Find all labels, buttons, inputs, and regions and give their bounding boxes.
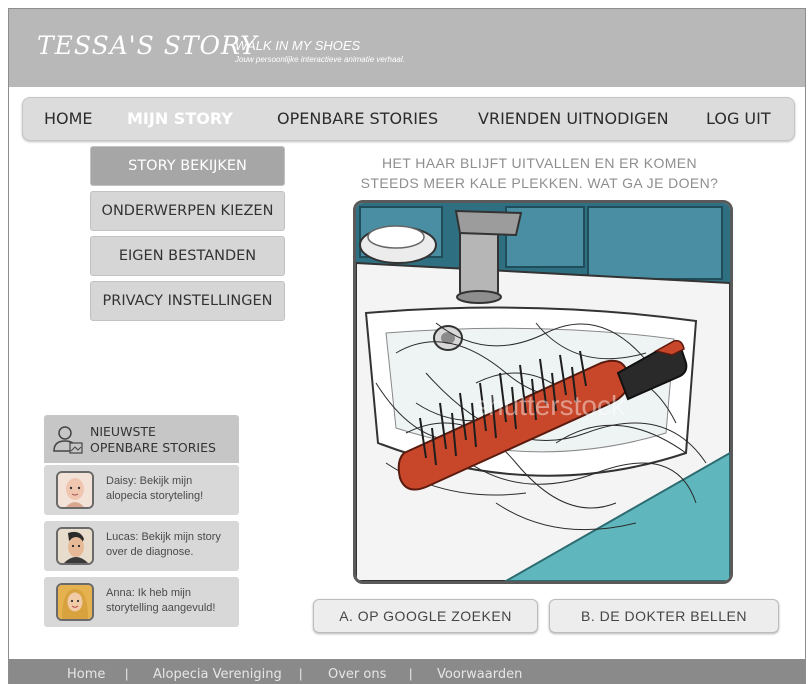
avatar-anna [56,583,94,621]
site-subtitle: Jouw persoonlijke interactieve animatie … [235,55,405,64]
nav-home[interactable]: HOME [44,109,93,128]
scene-question: HET HAAR BLIJFT UITVALLEN EN ER KOMEN ST… [342,153,737,193]
recent-stories-title: NIEUWSTE OPENBARE STORIES [90,424,216,456]
story-text-daisy: Daisy: Bekijk mijn alopecia storyteling! [106,474,236,504]
story-line: Lucas: Bekijk mijn story [106,531,221,543]
nav-openbare-stories[interactable]: OPENBARE STORIES [277,109,438,128]
story-line: Daisy: Bekijk mijn [106,475,193,487]
story-text-lucas: Lucas: Bekijk mijn story over de diagnos… [106,530,236,560]
app-frame: TESSA'S STORY WALK IN MY SHOES Jouw pers… [8,8,806,684]
story-item-daisy[interactable]: Daisy: Bekijk mijn alopecia storyteling! [44,465,239,515]
footer-link-voorwaarden[interactable]: Voorwaarden [437,667,522,682]
story-line: Anna: Ik heb mijn [106,587,191,599]
hairbrush-sink-illustration: shutterstock [356,203,730,581]
story-item-anna[interactable]: Anna: Ik heb mijn storytelling aangevuld… [44,577,239,627]
site-tagline: WALK IN MY SHOES [235,38,361,53]
footer-separator: | [409,666,413,681]
recent-stories-title-line1: NIEUWSTE [90,424,156,439]
story-text-anna: Anna: Ik heb mijn storytelling aangevuld… [106,586,236,616]
story-line: over de diagnose. [106,546,194,558]
submenu-onderwerpen-kiezen[interactable]: ONDERWERPEN KIEZEN [90,191,285,231]
question-line-2: STEEDS MEER KALE PLEKKEN. WAT GA JE DOEN… [360,175,719,191]
story-line: alopecia storyteling! [106,490,204,502]
user-profile-icon [53,426,83,454]
scene-illustration: shutterstock [353,200,733,584]
nav-vrienden-uitnodigen[interactable]: VRIENDEN UITNODIGEN [478,109,669,128]
recent-stories-title-line2: OPENBARE STORIES [90,440,216,455]
recent-stories-header[interactable]: NIEUWSTE OPENBARE STORIES [44,415,239,463]
site-title[interactable]: TESSA'S STORY [37,31,258,60]
watermark-text: shutterstock [474,390,626,421]
footer-link-home[interactable]: Home [67,667,105,682]
story-line: storytelling aangevuld! [106,602,216,614]
site-footer: Home | Alopecia Vereniging | Over ons | … [9,659,805,684]
site-header: TESSA'S STORY WALK IN MY SHOES Jouw pers… [9,9,805,87]
footer-separator: | [125,666,129,681]
story-item-lucas[interactable]: Lucas: Bekijk mijn story over de diagnos… [44,521,239,571]
choice-b-button[interactable]: B. DE DOKTER BELLEN [549,599,779,633]
footer-link-alopecia-vereniging[interactable]: Alopecia Vereniging [153,667,282,682]
submenu-eigen-bestanden[interactable]: EIGEN BESTANDEN [90,236,285,276]
avatar-lucas [56,527,94,565]
avatar-daisy [56,471,94,509]
footer-separator: | [299,666,303,681]
nav-log-uit[interactable]: LOG UIT [706,109,771,128]
submenu-privacy-instellingen[interactable]: PRIVACY INSTELLINGEN [90,281,285,321]
nav-mijn-story[interactable]: MIJN STORY [127,109,233,128]
submenu-story-bekijken[interactable]: STORY BEKIJKEN [90,146,285,186]
footer-link-over-ons[interactable]: Over ons [328,667,386,682]
main-nav: HOME MIJN STORY OPENBARE STORIES VRIENDE… [22,97,795,141]
question-line-1: HET HAAR BLIJFT UITVALLEN EN ER KOMEN [381,155,698,171]
choice-a-button[interactable]: A. OP GOOGLE ZOEKEN [313,599,538,633]
